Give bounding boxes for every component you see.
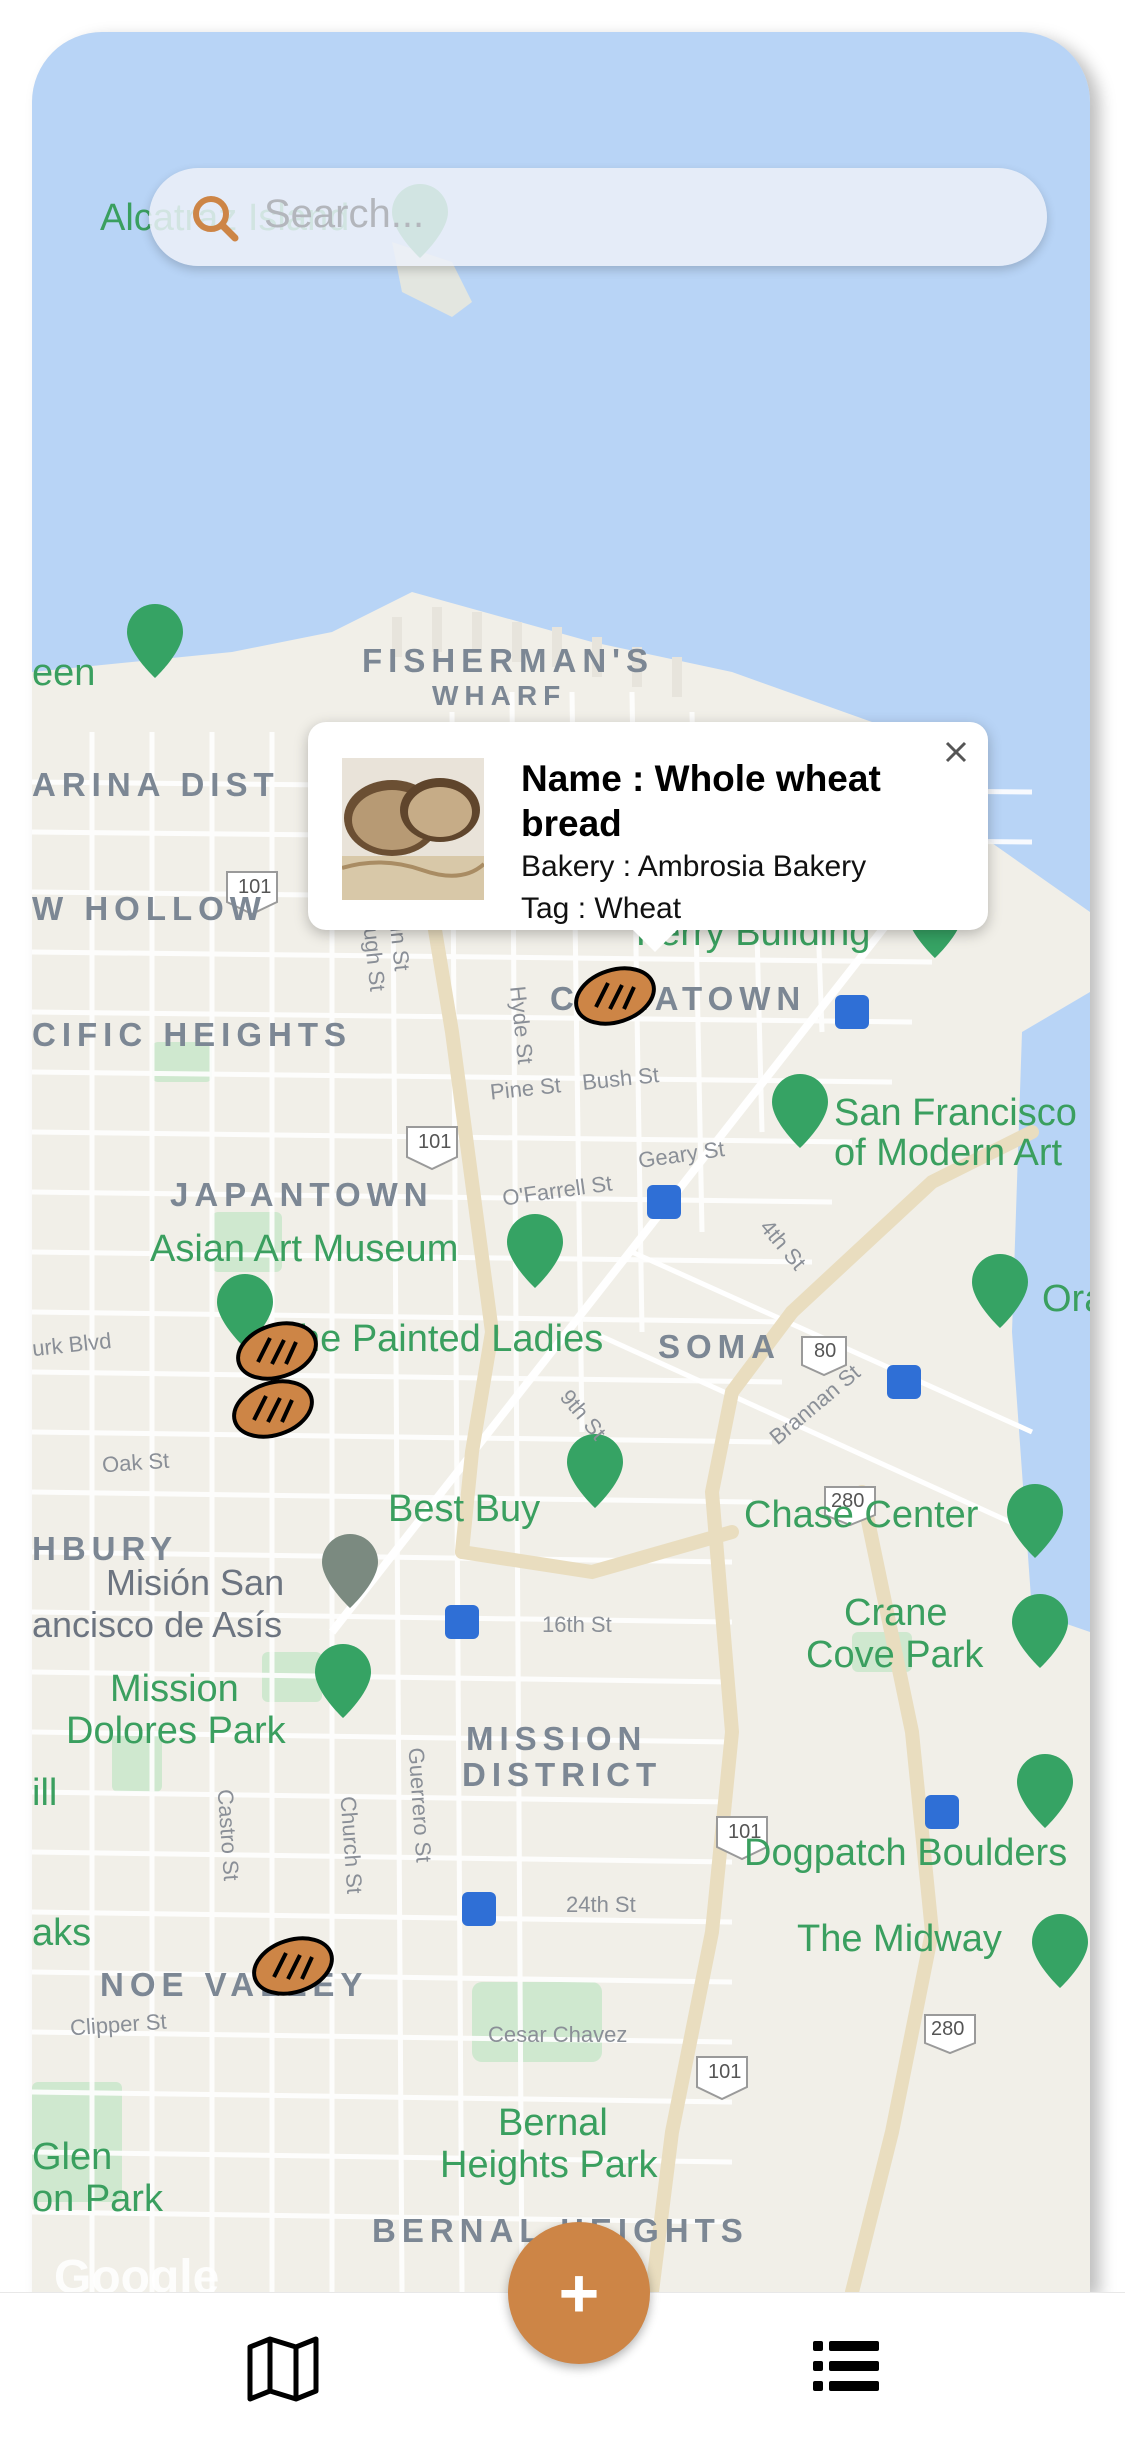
bread-marker[interactable] — [234, 1320, 320, 1382]
search-bar[interactable]: Search... — [149, 168, 1047, 266]
bread-tag: Tag : Wheat — [521, 892, 682, 925]
hwy-280-shield-label-2: 280 — [931, 2018, 965, 2040]
hwy-101-shield-label-3: 101 — [728, 1821, 762, 1843]
bread-marker[interactable] — [250, 1935, 336, 1997]
label-soma: SOMA — [658, 1328, 781, 1365]
label-crane-2: Cove Park — [806, 1634, 984, 1676]
list-icon[interactable] — [813, 2339, 879, 2393]
label-glen-1: Glen — [32, 2136, 113, 2178]
label-aks: aks — [32, 1912, 92, 1954]
label-glen-2: on Park — [32, 2178, 163, 2220]
label-fishermans-wharf-1: FISHERMAN'S — [362, 642, 655, 679]
label-dogpatch: Dogpatch Boulders — [744, 1832, 1068, 1874]
bread-info-popup: Name : Whole wheat bread Bakery : Ambros… — [308, 722, 988, 952]
label-ill: ill — [32, 1772, 58, 1814]
label-cesar-chavez: Cesar Chavez — [488, 2022, 628, 2047]
label-sfmoma-2: of Modern Art — [834, 1132, 1063, 1174]
label-mision-1: Misión San — [106, 1562, 285, 1603]
map-view[interactable]: Alcatraz Island FISHERMAN'S WHARF een AR… — [32, 32, 1090, 2292]
bread-marker[interactable] — [572, 965, 658, 1027]
label-oak-st: Oak St — [101, 1447, 171, 1478]
search-input[interactable]: Search... — [264, 192, 424, 237]
add-button-label: + — [558, 2254, 600, 2332]
bread-marker[interactable] — [230, 1378, 316, 1440]
bread-thumbnail — [342, 758, 484, 900]
label-mission-dolores-1: Mission — [110, 1668, 239, 1710]
map-frame: Alcatraz Island FISHERMAN'S WHARF een AR… — [32, 32, 1090, 2292]
hwy-101-shield-label: 101 — [238, 876, 272, 898]
label-best-buy: Best Buy — [388, 1488, 541, 1530]
label-bernal-1: Bernal — [498, 2102, 608, 2144]
search-icon — [193, 196, 239, 242]
label-mission-district-2: DISTRICT — [462, 1756, 663, 1793]
label-pacific-heights: CIFIC HEIGHTS — [32, 1016, 353, 1053]
label-marina: ARINA DIST — [32, 766, 280, 803]
label-24th-st: 24th St — [566, 1892, 636, 1917]
bakery-name: Bakery : Ambrosia Bakery — [521, 850, 867, 883]
map-icon[interactable] — [246, 2335, 320, 2403]
add-button[interactable]: + — [508, 2222, 650, 2364]
label-crane-1: Crane — [844, 1592, 948, 1634]
label-mision-2: ancisco de Asís — [32, 1604, 283, 1645]
bread-name: Name : Whole wheat bread — [521, 758, 881, 844]
hwy-80-shield-label: 80 — [814, 1340, 837, 1362]
hwy-101-shield-label-2: 101 — [418, 1131, 452, 1153]
label-bernal-2: Heights Park — [440, 2144, 658, 2186]
label-fishermans-wharf-2: WHARF — [432, 680, 567, 711]
label-asian-art-museum: Asian Art Museum — [150, 1228, 459, 1270]
google-logo: Google — [54, 2251, 220, 2292]
label-oracle: Ora — [1042, 1278, 1090, 1320]
close-icon[interactable] — [936, 732, 976, 772]
label-japantown: JAPANTOWN — [170, 1176, 434, 1213]
label-cow-hollow: W HOLLOW — [32, 890, 267, 927]
label-een: een — [32, 652, 96, 694]
label-sfmoma-1: San Francisco — [834, 1092, 1077, 1134]
hwy-101-shield-label-4: 101 — [708, 2061, 742, 2083]
label-mission-district-1: MISSION — [466, 1720, 648, 1757]
label-16th-st: 16th St — [542, 1612, 612, 1637]
label-mission-dolores-2: Dolores Park — [66, 1710, 286, 1752]
label-painted-ladies: he Painted Ladies — [299, 1318, 604, 1360]
label-the-midway: The Midway — [797, 1918, 1002, 1960]
hwy-280-shield-label: 280 — [831, 1490, 865, 1512]
